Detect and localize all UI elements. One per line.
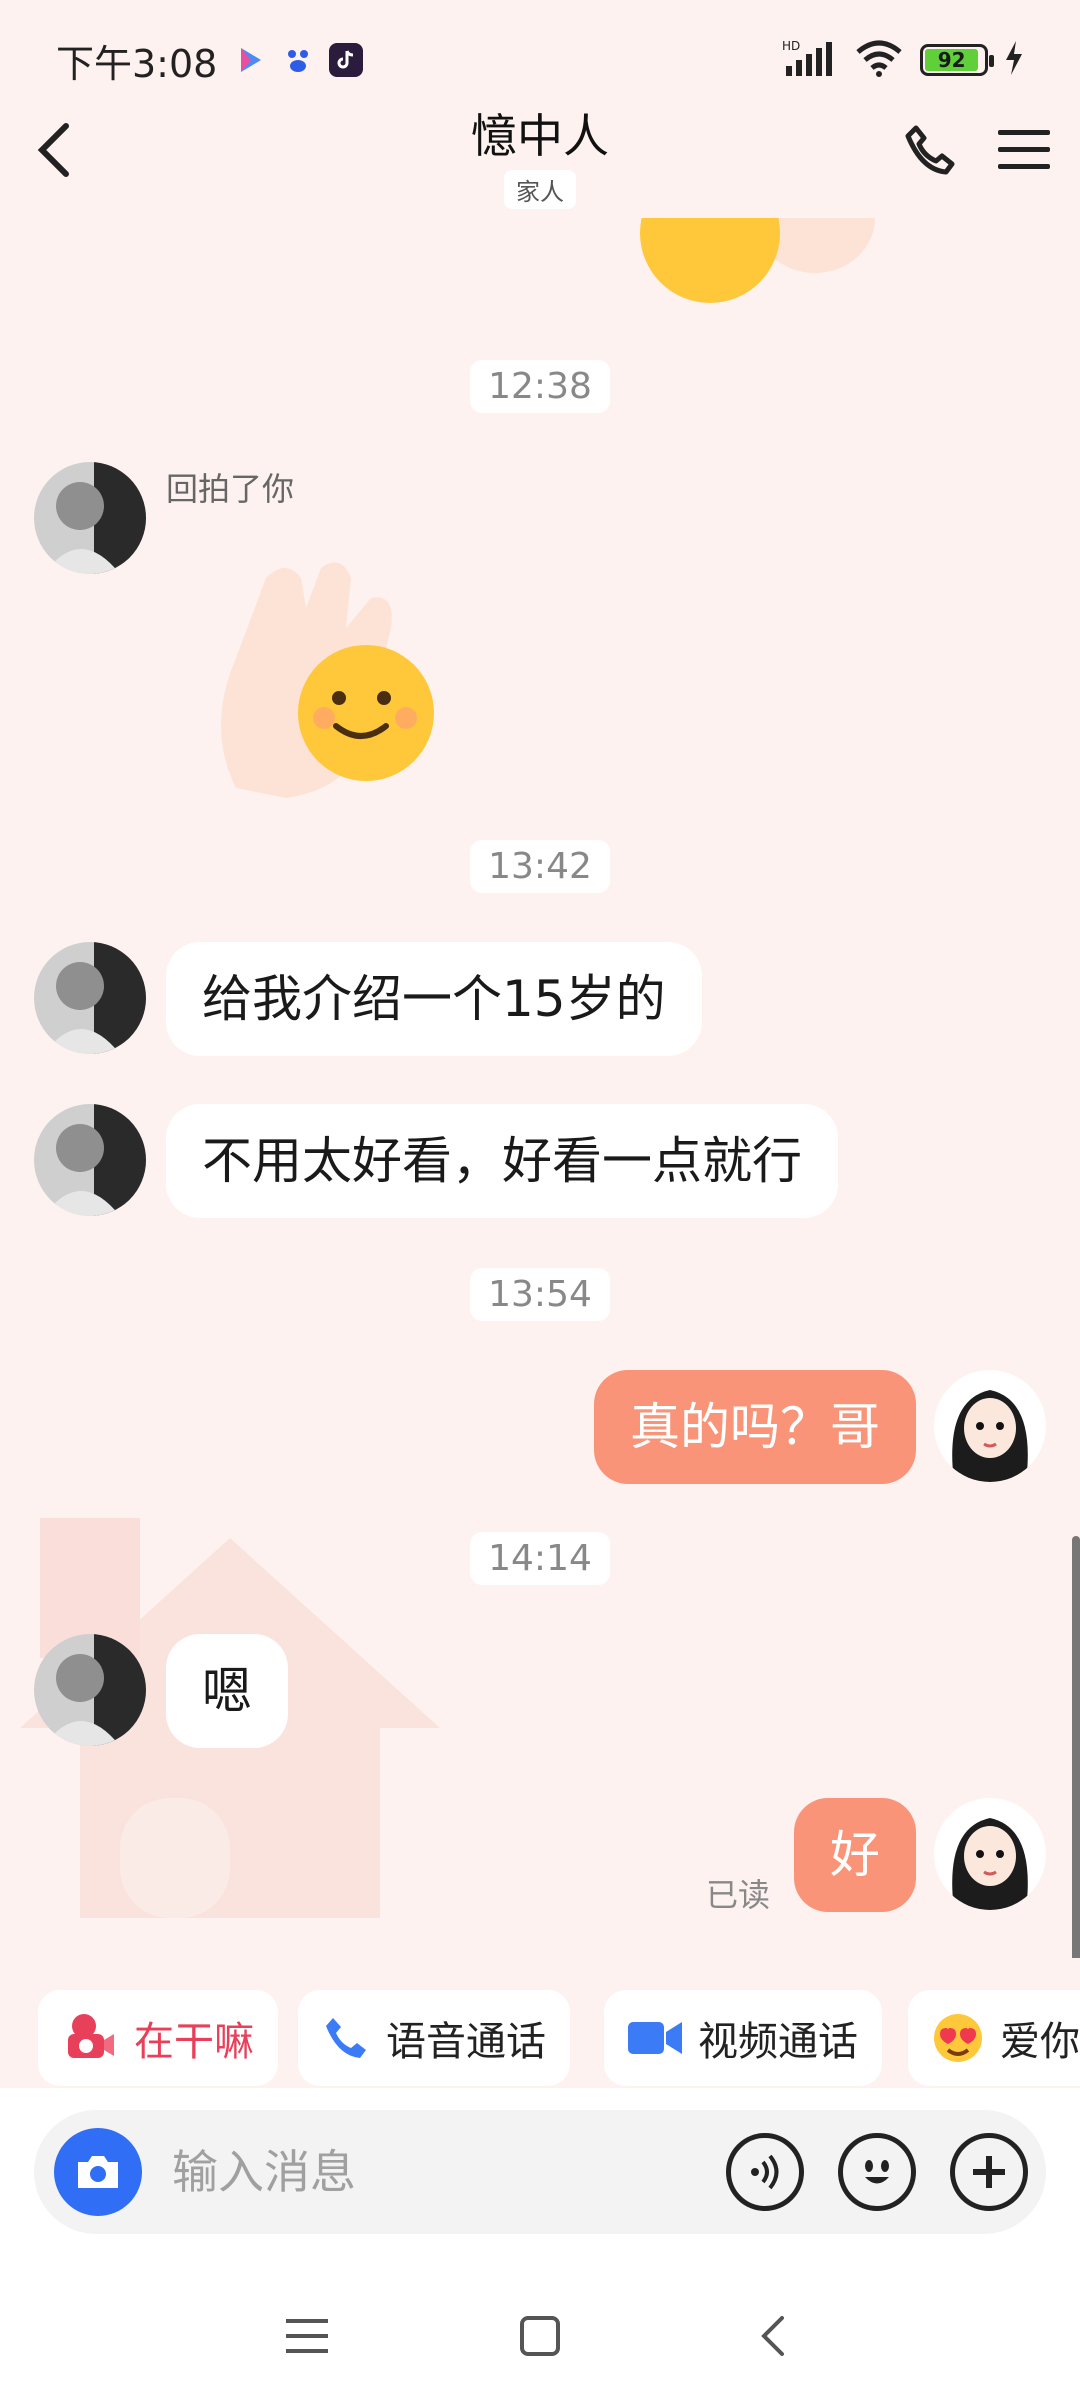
chevron-left-icon <box>761 2316 784 2356</box>
input-bar <box>34 2110 1046 2234</box>
quick-action-video-call[interactable]: 视频通话 <box>604 1990 882 2086</box>
quick-action-label: 爱你 <box>1000 2019 1080 2065</box>
voice-wave-icon <box>751 2154 779 2190</box>
chat-header: 憶中人 家人 <box>0 90 1080 220</box>
svg-text:HD: HD <box>782 39 800 53</box>
my-avatar[interactable] <box>934 1798 1046 1910</box>
quick-action-label: 语音通话 <box>386 2019 546 2065</box>
heart-eyes-emoji-icon <box>934 2014 982 2062</box>
message-list[interactable]: 12:38 回拍了你 13:42 给我介绍一个15岁的 不用太好看，好看一点就行… <box>0 218 1080 1958</box>
timestamp: 13:42 <box>470 840 610 893</box>
more-options-button[interactable] <box>950 2133 1028 2211</box>
emoji-button[interactable] <box>838 2133 916 2211</box>
message-bubble-incoming[interactable]: 给我介绍一个15岁的 <box>166 942 702 1056</box>
timestamp: 12:38 <box>470 360 610 413</box>
read-receipt: 已读 <box>705 1876 770 1914</box>
status-time: 下午3:08 <box>56 41 218 86</box>
contact-avatar[interactable] <box>34 942 146 1054</box>
phone-icon <box>905 125 955 175</box>
relationship-tag: 家人 <box>504 170 576 209</box>
quick-action-love-you[interactable]: 爱你 <box>908 1990 1080 2086</box>
quick-action-label: 在干嘛 <box>134 2019 254 2065</box>
tiktok-icon <box>329 43 364 77</box>
battery-icon: 92 <box>920 44 994 76</box>
quick-action-voice-call[interactable]: 语音通话 <box>298 1990 570 2086</box>
camera-icon <box>78 2156 118 2188</box>
square-home-icon <box>520 2316 560 2356</box>
waving-hand-sticker-icon <box>221 562 434 798</box>
message-bubble-outgoing[interactable]: 好 <box>794 1798 916 1912</box>
system-back-button[interactable] <box>738 2301 808 2371</box>
signal-icon: HD <box>782 38 838 82</box>
plus-icon <box>973 2156 1005 2188</box>
pat-sticker-partial <box>640 218 875 303</box>
quick-action-label: 视频通话 <box>698 2019 858 2065</box>
quick-actions-bar: 在干嘛 语音通话 视频通话 爱你 <box>0 1990 1080 2090</box>
status-right-group: HD 92 <box>782 38 1024 82</box>
wifi-icon <box>854 38 904 82</box>
message-bubble-outgoing[interactable]: 真的吗？哥 <box>594 1370 916 1484</box>
message-bubble-incoming[interactable]: 不用太好看，好看一点就行 <box>166 1104 838 1218</box>
charging-icon <box>1004 41 1024 79</box>
pat-notice: 回拍了你 <box>166 470 295 508</box>
hamburger-menu-icon <box>998 130 1050 169</box>
system-nav-bar <box>0 2263 1080 2400</box>
contact-avatar[interactable] <box>34 1634 146 1746</box>
scrollbar[interactable] <box>1072 1536 1080 1958</box>
more-menu-button[interactable] <box>994 120 1054 180</box>
message-input[interactable] <box>172 2145 692 2199</box>
phone-icon <box>326 2018 366 2058</box>
recent-apps-button[interactable] <box>272 2301 342 2371</box>
contact-avatar[interactable] <box>34 462 146 574</box>
baidu-icon <box>281 43 315 77</box>
home-button[interactable] <box>505 2301 575 2371</box>
timestamp: 14:14 <box>470 1532 610 1585</box>
battery-level: 92 <box>925 48 979 72</box>
status-app-icons <box>233 43 364 77</box>
timestamp: 13:54 <box>470 1268 610 1321</box>
quick-action-doing[interactable]: 在干嘛 <box>38 1990 278 2086</box>
video-icon <box>628 2022 682 2054</box>
menu-lines-icon <box>286 2319 328 2353</box>
voice-call-button[interactable] <box>900 120 960 180</box>
input-area <box>0 2088 1080 2263</box>
camera-heart-icon <box>68 2014 114 2058</box>
contact-avatar[interactable] <box>34 1104 146 1216</box>
play-store-icon <box>233 43 267 77</box>
voice-input-button[interactable] <box>726 2133 804 2211</box>
my-avatar[interactable] <box>934 1370 1046 1482</box>
message-bubble-incoming[interactable]: 嗯 <box>166 1634 288 1748</box>
smiley-icon <box>865 2160 889 2184</box>
camera-button[interactable] <box>54 2128 142 2216</box>
